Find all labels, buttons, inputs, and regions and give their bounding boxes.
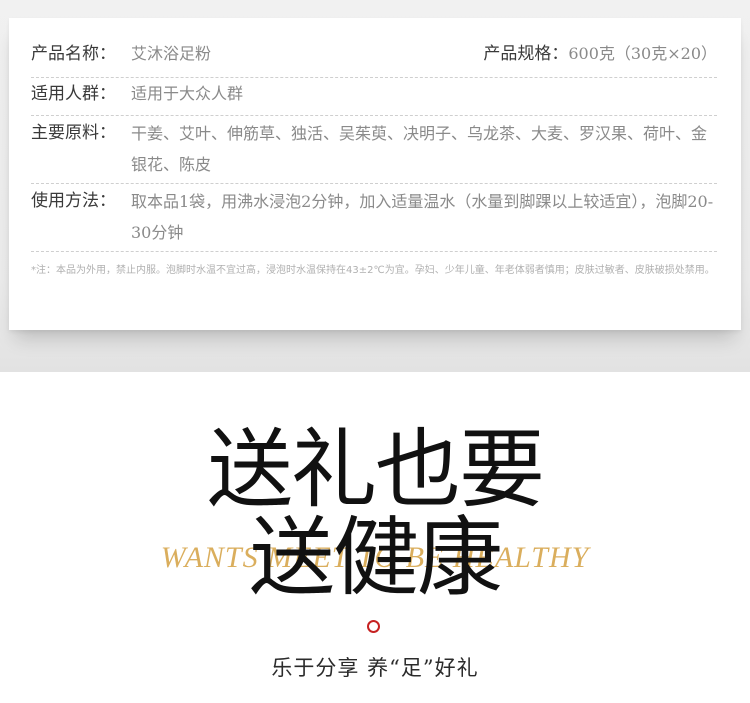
audience-value: 适用于大众人群 <box>131 84 244 103</box>
row-ingredients: 主要原料： 干姜、艾叶、伸筋草、独活、吴茱萸、决明子、乌龙茶、大麦、罗汉果、荷叶… <box>31 122 717 184</box>
headline-line-1: 送礼也要 <box>207 420 545 520</box>
ingredients-value: 干姜、艾叶、伸筋草、独活、吴茱萸、决明子、乌龙茶、大麦、罗汉果、荷叶、金银花、陈… <box>131 124 708 174</box>
audience-label: 适用人群： <box>31 84 116 104</box>
usage-note: *注：本品为外用，禁止内服。泡脚时水温不宜过高，浸泡时水温保持在43±2℃为宜。… <box>31 265 715 276</box>
row-name-spec: 产品名称： 艾沐浴足粉 产品规格：600克（30克×20） <box>31 43 717 78</box>
product-spec: 产品规格：600克（30克×20） <box>483 43 717 65</box>
red-circle-icon <box>367 620 380 633</box>
ingredients-label: 主要原料： <box>31 123 116 143</box>
usage-label: 使用方法： <box>31 191 116 211</box>
product-name-label: 产品名称： <box>31 44 116 64</box>
headline-line-2: 送健康 <box>249 508 503 608</box>
usage-value: 取本品1袋，用沸水浸泡2分钟，加入适量温水（水量到脚踝以上较适宜），泡脚20-3… <box>131 192 714 242</box>
product-info-card: 产品名称： 艾沐浴足粉 产品规格：600克（30克×20） 适用人群： 适用于大… <box>9 18 741 330</box>
product-spec-label: 产品规格： <box>483 44 569 64</box>
product-spec-value: 600克（30克×20） <box>568 44 717 63</box>
row-audience: 适用人群： 适用于大众人群 <box>31 83 717 116</box>
row-usage: 使用方法： 取本品1袋，用沸水浸泡2分钟，加入适量温水（水量到脚踝以上较适宜），… <box>31 190 717 252</box>
product-name-value: 艾沐浴足粉 <box>131 44 212 63</box>
tagline: 乐于分享 养“足”好礼 <box>271 656 479 680</box>
